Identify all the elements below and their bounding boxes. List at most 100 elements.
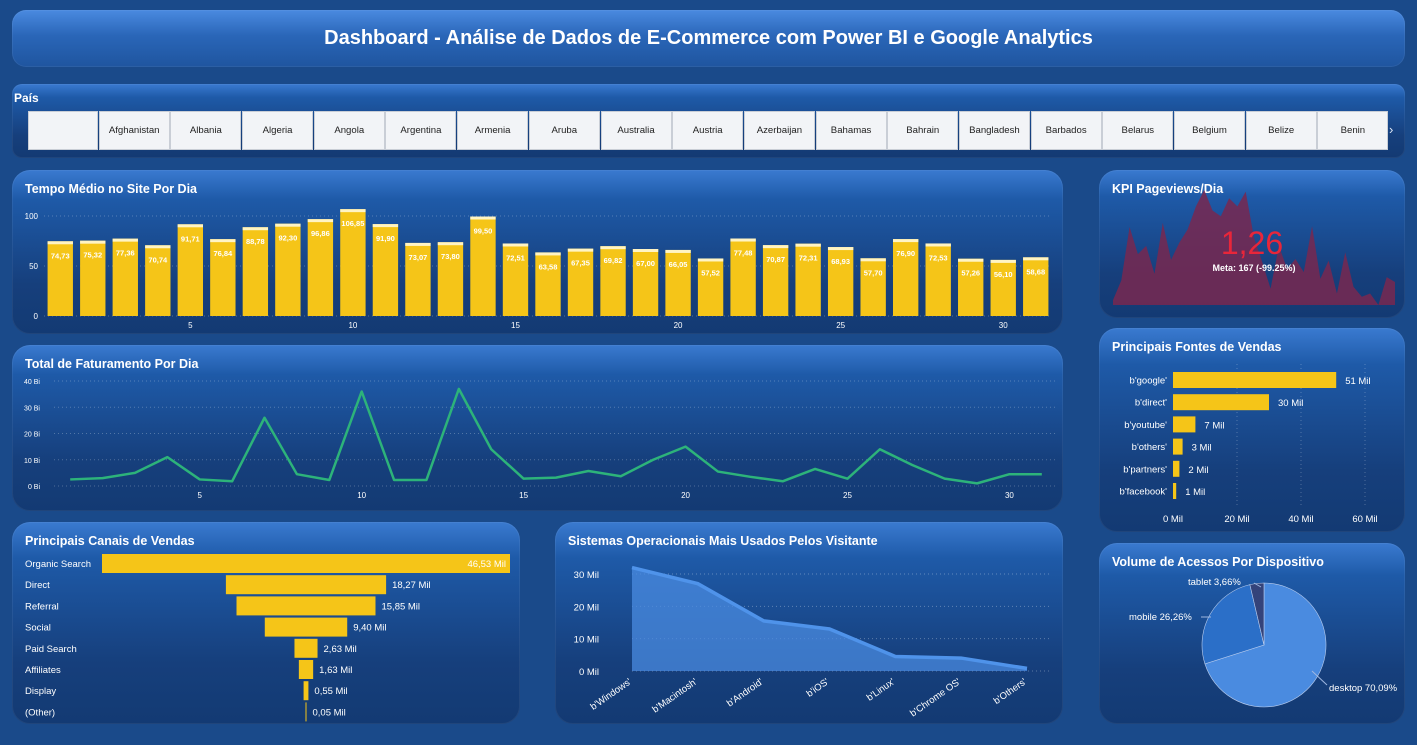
bar	[1173, 483, 1177, 499]
data-label: 3 Mil	[1192, 443, 1212, 454]
slicer-tile-albania[interactable]: Albania	[170, 111, 242, 150]
bar-cap	[958, 258, 984, 262]
bar-cap	[892, 239, 919, 243]
data-label: 2,63 Mil	[324, 644, 357, 655]
bar	[697, 258, 724, 316]
bar-cap	[795, 243, 821, 247]
bar	[1173, 416, 1196, 433]
slicer-tile-afghanistan[interactable]: Afghanistan	[98, 111, 170, 150]
bar-cap	[145, 245, 171, 249]
data-label: 2 Mil	[1188, 465, 1208, 476]
slicer-tile-belarus[interactable]: Belarus	[1102, 111, 1174, 150]
data-label: 7 Mil	[1204, 420, 1224, 431]
category-label: b'partners'	[1123, 464, 1167, 475]
y-tick-label: 0	[34, 312, 39, 321]
x-tick-label: b'Linux'	[865, 676, 897, 703]
y-tick-label: 10 Bi	[24, 458, 40, 465]
bar-cap	[567, 248, 594, 252]
slicer-tile-algeria[interactable]: Algeria	[242, 111, 314, 150]
slicer-tile-armenia[interactable]: Armenia	[457, 111, 529, 150]
data-label: 70,87	[766, 255, 785, 264]
bar-cap	[112, 238, 138, 242]
data-label: 91,71	[181, 234, 200, 243]
slicer-tile-australia[interactable]: Australia	[600, 111, 672, 150]
x-tick-label: 5	[198, 491, 203, 500]
category-label: (Other)	[25, 707, 55, 718]
category-label: Display	[25, 686, 56, 697]
slicer-tile-blank[interactable]	[28, 111, 98, 150]
bar-cap	[80, 240, 106, 244]
tempo-medio-panel: Tempo Médio no Site Por Dia 0 50 100 74,73 7…	[12, 170, 1063, 334]
slicer-tile-azerbaijan[interactable]: Azerbaijan	[743, 111, 815, 150]
category-label: Referral	[25, 601, 59, 612]
slicer-tile-barbados[interactable]: Barbados	[1030, 111, 1102, 150]
funnel-bar	[305, 702, 307, 722]
bar-cap	[600, 246, 626, 250]
x-tick-label: 15	[511, 321, 520, 330]
data-label: 106,85	[341, 219, 364, 228]
slicer-tile-belize[interactable]: Belize	[1245, 111, 1317, 150]
x-tick-label: 5	[188, 321, 193, 330]
slicer-tile-bangladesh[interactable]: Bangladesh	[958, 111, 1030, 150]
bar-cap	[535, 252, 561, 256]
bar-cap	[275, 223, 301, 227]
slicer-tile-angola[interactable]: Angola	[313, 111, 385, 150]
x-tick-label: 10	[357, 491, 366, 500]
data-label: 67,00	[636, 259, 655, 268]
bar	[958, 258, 984, 316]
slicer-tile-austria[interactable]: Austria	[672, 111, 744, 150]
category-label: Direct	[25, 580, 50, 591]
y-tick-label: 30 Bi	[24, 405, 40, 412]
slicer-tile-belgium[interactable]: Belgium	[1174, 111, 1245, 150]
x-tick-label: b'Android'	[725, 676, 766, 709]
slicer-tile-argentina[interactable]: Argentina	[385, 111, 457, 150]
x-tick-label: b'Others'	[992, 676, 1029, 707]
data-label: 1 Mil	[1185, 487, 1205, 498]
data-label: 77,48	[734, 249, 753, 258]
chevron-right-icon[interactable]: ›	[1389, 122, 1393, 137]
slicer-tile-bahamas[interactable]: Bahamas	[815, 111, 887, 150]
bar-cap	[210, 239, 236, 243]
dispositivo-pie-chart: desktop 70,09% mobile 26,26% tablet 3,66%	[1129, 577, 1398, 708]
data-label: 91,90	[376, 234, 395, 243]
bar	[1173, 372, 1337, 388]
faturamento-chart: 0 Bi 10 Bi 20 Bi 30 Bi 40 Bi 5 10 15 20 25 30	[24, 379, 1058, 500]
data-label: 63,58	[539, 262, 558, 271]
y-tick-label: 20 Bi	[24, 432, 40, 439]
kpi-chart: 1,26 Meta: 167 (-99.25%)	[1113, 190, 1395, 305]
bar-cap	[665, 249, 691, 253]
slicer-tiles: Afghanistan Albania Algeria Angola Argentina…	[28, 111, 1389, 150]
data-label: 58,68	[1026, 267, 1045, 276]
data-label: 70,74	[148, 255, 168, 264]
slicer-tile-aruba[interactable]: Aruba	[528, 111, 600, 150]
data-label: 72,31	[799, 254, 818, 263]
y-tick-label: 0 Bi	[28, 484, 41, 491]
x-tick-label: 20 Mil	[1224, 514, 1249, 525]
bar-cap	[47, 241, 73, 245]
so-area-chart: 0 Mil 10 Mil 20 Mil 30 Mil b'Windows' b'Macin…	[574, 565, 1052, 719]
country-slicer: País Afghanistan Albania Algeria Angola Arge…	[12, 84, 1405, 158]
data-label: 57,70	[864, 268, 883, 277]
slicer-tile-benin[interactable]: Benin	[1317, 111, 1389, 150]
bar-cap	[990, 259, 1016, 263]
data-label: 57,26	[961, 269, 980, 278]
canais-panel: Principais Canais de Vendas Organic Sear…	[12, 522, 520, 724]
data-label: 72,51	[506, 253, 525, 262]
data-label: 72,53	[929, 253, 948, 262]
kpi-panel: KPI Pageviews/Dia 1,26 Meta: 167 (-99.25%…	[1099, 170, 1405, 318]
data-label: 74,73	[51, 251, 70, 260]
bar-cap	[502, 243, 529, 247]
tempo-medio-chart: 0 50 100 74,73 75,32 77,36 70,74 91,71 76,84 88,7…	[25, 209, 1052, 330]
slicer-tile-bahrain[interactable]: Bahrain	[887, 111, 959, 150]
category-label: b'facebook'	[1120, 487, 1168, 498]
bar	[990, 259, 1016, 316]
bar	[1173, 438, 1183, 455]
bar-cap	[470, 216, 496, 220]
funnel-bar	[298, 660, 314, 679]
data-label: 88,78	[246, 237, 265, 246]
x-tick-label: 20	[681, 491, 690, 500]
x-tick-label: 25	[836, 321, 845, 330]
data-label: 73,07	[409, 253, 428, 262]
bar-cap	[730, 238, 756, 242]
data-label: 67,35	[571, 259, 590, 268]
